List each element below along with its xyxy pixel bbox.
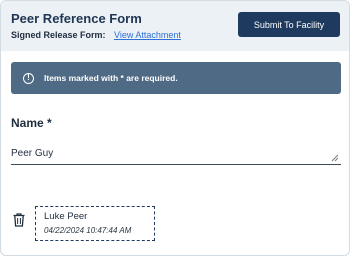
- signature-box: Luke Peer 04/22/2024 10:47:44 AM: [35, 206, 155, 241]
- name-input[interactable]: [11, 146, 341, 165]
- form-header: Peer Reference Form Signed Release Form:…: [1, 1, 349, 51]
- signer-name: Luke Peer: [44, 211, 88, 222]
- resize-handle-icon[interactable]: [331, 154, 339, 162]
- page-title: Peer Reference Form: [11, 11, 142, 26]
- peer-reference-form: Peer Reference Form Signed Release Form:…: [0, 0, 350, 256]
- alert-text: Items marked with * are required.: [44, 73, 178, 83]
- submit-to-facility-button[interactable]: Submit To Facility: [238, 12, 340, 37]
- required-fields-alert: ! Items marked with * are required.: [11, 62, 341, 94]
- view-attachment-link[interactable]: View Attachment: [114, 30, 181, 40]
- exclamation-icon: !: [23, 72, 34, 84]
- trash-icon[interactable]: [13, 213, 25, 227]
- signature-timestamp: 04/22/2024 10:47:44 AM: [44, 226, 132, 235]
- release-form-label: Signed Release Form:: [11, 30, 106, 40]
- name-field-label: Name *: [11, 116, 52, 130]
- release-form-row: Signed Release Form: View Attachment: [11, 30, 181, 40]
